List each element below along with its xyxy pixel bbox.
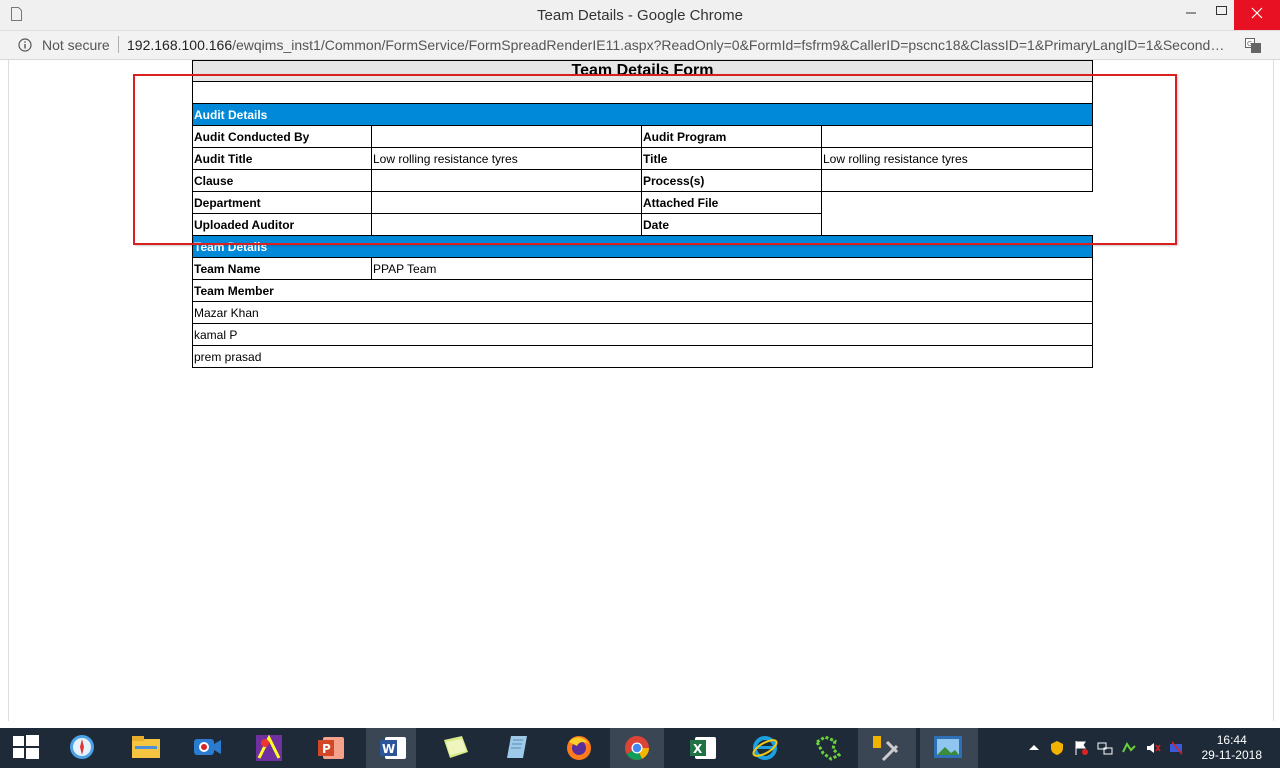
taskbar: P W X 16:44 29-11-2018	[0, 728, 1280, 768]
flag-icon[interactable]	[1073, 740, 1089, 756]
paint-app-icon	[256, 734, 282, 761]
attached-file-label: Attached File	[641, 191, 822, 214]
clock-date: 29-11-2018	[1201, 748, 1263, 762]
taskbar-app[interactable]	[490, 728, 540, 768]
url-text[interactable]: 192.168.100.166/ewqims_inst1/Common/Form…	[127, 37, 1230, 53]
taskbar-app[interactable]: W	[366, 728, 416, 768]
svg-text:W: W	[382, 742, 395, 756]
taskbar-app[interactable]	[242, 728, 292, 768]
network-icon[interactable]	[1097, 740, 1113, 756]
sticky-notes-icon	[444, 736, 468, 758]
page-content: Team Details Form Audit Details Audit Co…	[8, 60, 1274, 721]
photos-app-icon	[934, 736, 962, 758]
translate-icon[interactable]: G	[1245, 38, 1261, 53]
title-value[interactable]: Low rolling resistance tyres	[820, 147, 1094, 170]
taskbar-app[interactable]	[56, 728, 106, 768]
date-label: Date	[641, 213, 822, 236]
empty-row	[191, 81, 1094, 104]
department-value[interactable]	[371, 191, 642, 214]
team-details-form: Team Details Form Audit Details Audit Co…	[191, 60, 1094, 368]
team-member-row: Mazar Khan	[191, 301, 1094, 324]
address-separator	[118, 36, 119, 53]
audit-title-value[interactable]: Low rolling resistance tyres	[371, 147, 642, 170]
taskbar-app[interactable]	[800, 728, 850, 768]
program-label: Audit Program	[641, 125, 822, 148]
team-member-label: Team Member	[191, 279, 1094, 302]
camera-app-icon	[194, 739, 221, 755]
address-bar[interactable]: Not secure 192.168.100.166/ewqims_inst1/…	[0, 31, 1280, 60]
svg-text:G: G	[1247, 40, 1252, 48]
info-icon[interactable]	[18, 38, 32, 52]
green-tray-icon[interactable]	[1121, 740, 1137, 756]
audit-details-header: Audit Details	[191, 103, 1094, 126]
uploaded-auditor-label: Uploaded Auditor	[192, 213, 372, 236]
team-details-header: Team Details	[191, 235, 1094, 258]
chrome-icon	[625, 736, 649, 760]
department-label: Department	[192, 191, 372, 214]
taskbar-app[interactable]: P	[304, 728, 354, 768]
firefox-icon	[567, 736, 591, 760]
excel-icon: X	[690, 737, 716, 759]
maximize-button[interactable]	[1210, 0, 1234, 30]
conducted-by-label: Audit Conducted By	[192, 125, 372, 148]
clock[interactable]: 16:44 29-11-2018	[1202, 733, 1263, 763]
team-member-row: kamal P	[191, 323, 1094, 346]
taskbar-app[interactable]	[428, 728, 478, 768]
volume-icon[interactable]	[1145, 740, 1161, 756]
taskbar-app[interactable]	[552, 728, 602, 768]
tools-app-icon	[873, 736, 899, 762]
team-name-label: Team Name	[192, 257, 372, 280]
svg-text:P: P	[322, 742, 331, 756]
clock-time: 16:44	[1216, 733, 1247, 747]
url-host: 192.168.100.166	[127, 37, 233, 53]
taskbar-app[interactable]	[920, 728, 978, 768]
window-title: Team Details - Google Chrome	[537, 7, 743, 24]
word-icon: W	[380, 737, 406, 759]
start-button[interactable]	[0, 728, 50, 768]
conducted-by-value[interactable]	[371, 125, 642, 148]
title-label: Title	[641, 147, 822, 170]
processes-label: Process(s)	[641, 169, 822, 192]
battery-icon[interactable]	[1169, 740, 1185, 756]
attached-file-value[interactable]	[820, 191, 1093, 236]
team-name-value[interactable]: PPAP Team	[370, 257, 1094, 280]
safari-icon	[70, 735, 94, 759]
chevron-up-icon[interactable]	[1026, 740, 1042, 756]
internet-explorer-icon	[752, 736, 778, 760]
uploaded-auditor-value[interactable]	[371, 213, 642, 236]
taskbar-app[interactable]	[738, 728, 788, 768]
clause-label: Clause	[192, 169, 372, 192]
shield-icon[interactable]	[1049, 740, 1065, 756]
taskbar-app[interactable]	[858, 728, 916, 768]
team-member-row: prem prasad	[191, 345, 1094, 368]
svg-text:X: X	[693, 742, 703, 756]
taskbar-app[interactable]: X	[676, 728, 726, 768]
powerpoint-icon: P	[318, 737, 344, 759]
taskbar-app[interactable]	[610, 728, 664, 768]
audit-title-label: Audit Title	[192, 147, 372, 170]
window-title-bar: Team Details - Google Chrome	[0, 0, 1280, 31]
minimize-button[interactable]	[1174, 0, 1210, 30]
taskbar-app[interactable]	[118, 728, 168, 768]
taskbar-app[interactable]	[180, 728, 230, 768]
notepad-icon	[507, 736, 527, 758]
start-icon	[13, 735, 39, 759]
url-path: /ewqims_inst1/Common/FormService/FormSpr…	[232, 37, 1230, 53]
processes-value[interactable]	[820, 169, 1094, 192]
file-explorer-icon	[132, 736, 160, 758]
form-title: Team Details Form	[191, 60, 1094, 82]
green-app-icon	[815, 735, 841, 761]
clause-value[interactable]	[371, 169, 642, 192]
program-value[interactable]	[820, 125, 1094, 148]
close-button[interactable]	[1234, 0, 1280, 30]
security-status[interactable]: Not secure	[42, 37, 110, 53]
